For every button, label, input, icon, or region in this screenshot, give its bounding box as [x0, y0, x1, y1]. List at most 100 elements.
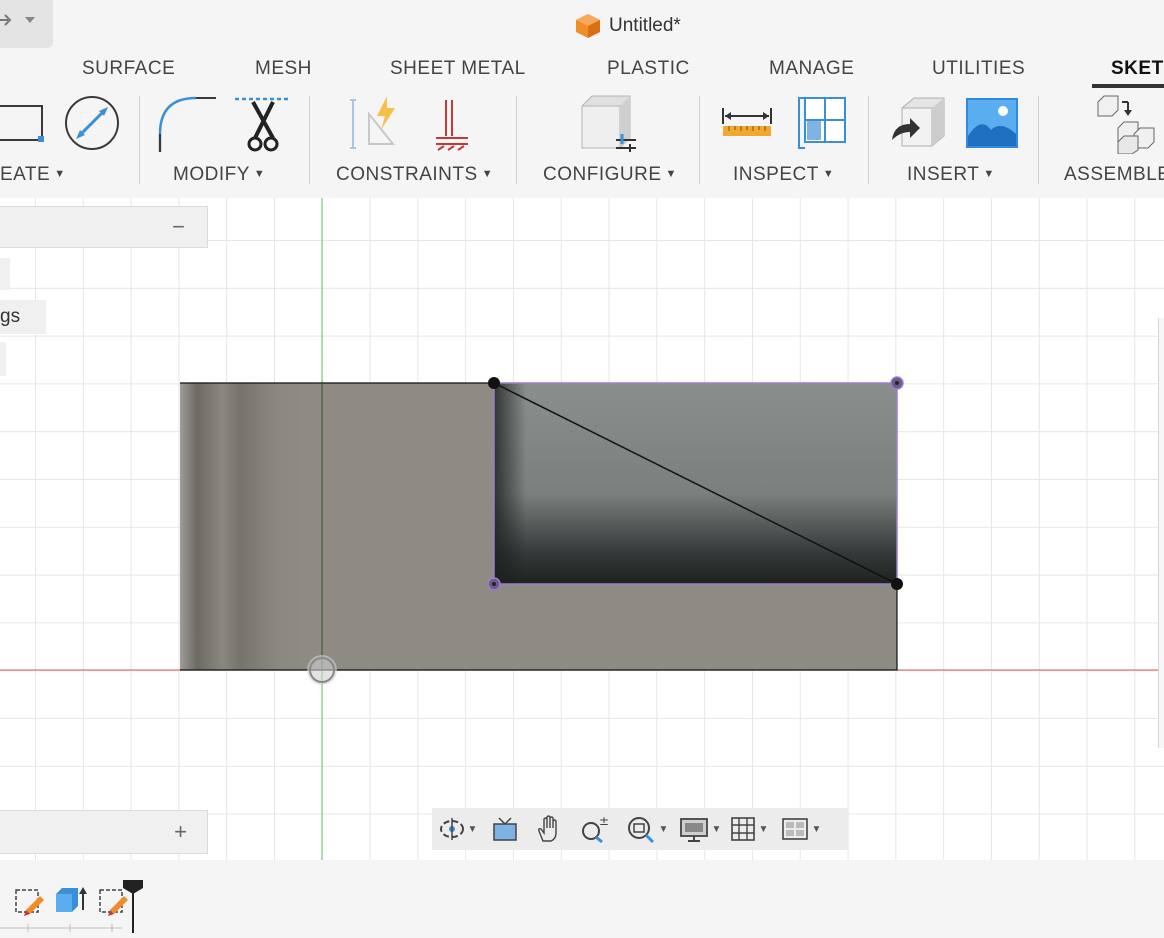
assemble-button[interactable] [1096, 94, 1156, 155]
sketch-point[interactable] [890, 376, 904, 390]
sketch-point[interactable] [487, 577, 501, 591]
pan-hand-icon [538, 815, 557, 842]
browser-row-named-views[interactable]: gs [0, 300, 46, 334]
quick-access-area[interactable] [0, 0, 53, 48]
fusion-cube-icon [576, 14, 600, 38]
perpendicular-constraint-icon [436, 100, 468, 151]
inspect-menu[interactable]: INSPECT ▼ [733, 164, 834, 186]
create-menu[interactable]: EATE ▼ [0, 164, 66, 186]
configure-menu-label: CONFIGURE [543, 164, 662, 185]
collapse-button[interactable]: − [172, 214, 185, 240]
fillet-tool-button[interactable] [156, 94, 220, 154]
trim-scissors-icon [235, 97, 291, 152]
tab-surface[interactable]: SURFACE [82, 58, 175, 80]
look-at-icon [493, 817, 517, 841]
caret-down-icon: ▼ [253, 168, 266, 180]
svg-text:±: ± [599, 815, 609, 828]
interference-grid-icon [798, 97, 846, 149]
zoom-button[interactable]: ± [572, 808, 618, 850]
viewports-button[interactable]: ▼ [774, 808, 828, 850]
sketch-edit-icon[interactable] [99, 889, 128, 916]
comments-panel-header[interactable]: + [0, 810, 208, 854]
toolbar-separator [699, 96, 700, 184]
configure-button[interactable] [578, 94, 640, 154]
insert-derive-icon [892, 97, 945, 147]
assemble-menu-label: ASSEMBLE [1064, 164, 1164, 185]
tab-sheet-metal[interactable]: SHEET METAL [390, 58, 526, 80]
tab-utilities[interactable]: UTILITIES [932, 58, 1025, 80]
sketch-point[interactable] [891, 578, 903, 590]
measure-ruler-icon [722, 108, 772, 136]
inspect-menu-label: INSPECT [733, 164, 819, 185]
insert-derive-button[interactable] [890, 94, 948, 154]
tab-manage[interactable]: MANAGE [769, 58, 854, 80]
chevron-down-icon[interactable] [25, 17, 35, 23]
tab-sketch[interactable]: SKETC [1111, 58, 1164, 80]
fillet-icon [158, 96, 216, 152]
look-at-button[interactable] [484, 808, 526, 850]
sketch-edit-icon[interactable] [15, 889, 44, 916]
auto-constrain-button[interactable] [347, 94, 409, 154]
modify-menu-label: MODIFY [173, 164, 250, 185]
navigation-bar: ▼ ± ▼ ▼ ▼ ▼ [432, 808, 848, 850]
orbit-icon [439, 818, 464, 840]
document-title-text: Untitled* [609, 15, 681, 36]
caret-down-icon[interactable]: ▼ [812, 824, 822, 835]
constraints-menu[interactable]: CONSTRAINTS ▼ [336, 164, 493, 186]
caret-down-icon[interactable]: ▼ [712, 824, 722, 835]
caret-down-icon[interactable]: ▼ [759, 824, 769, 835]
grid-settings-button[interactable]: ▼ [724, 808, 774, 850]
display-settings-button[interactable]: ▼ [676, 808, 724, 850]
insert-menu[interactable]: INSERT ▼ [907, 164, 995, 186]
orbit-button[interactable]: ▼ [432, 808, 484, 850]
browser-row[interactable] [0, 258, 10, 290]
assemble-menu[interactable]: ASSEMBLE [1064, 164, 1164, 186]
caret-down-icon: ▼ [54, 168, 66, 180]
browser-row[interactable] [0, 342, 6, 376]
pan-button[interactable] [526, 808, 572, 850]
configure-menu[interactable]: CONFIGURE ▼ [543, 164, 677, 186]
toolbar-separator [868, 96, 869, 184]
design-canvas[interactable]: − gs + [0, 198, 1164, 860]
toolbar-separator [1038, 96, 1039, 184]
create-menu-label: EATE [0, 164, 51, 185]
insert-image-icon [966, 98, 1018, 148]
expand-button[interactable]: + [174, 819, 187, 845]
redo-arrow-icon[interactable] [0, 14, 12, 26]
circle-tool-button[interactable] [62, 94, 122, 154]
tab-mesh[interactable]: MESH [255, 58, 312, 80]
sketch-point[interactable] [488, 377, 500, 389]
extrude-body-icon[interactable] [56, 887, 87, 912]
viewports-icon [781, 818, 808, 840]
insert-image-button[interactable] [965, 94, 1019, 154]
toolbar-separator [516, 96, 517, 184]
caret-down-icon: ▼ [665, 168, 677, 180]
fit-zoom-button[interactable]: ▼ [618, 808, 676, 850]
circle-diameter-icon [65, 96, 119, 150]
configure-cube-icon [581, 95, 636, 152]
tab-plastic[interactable]: PLASTIC [607, 58, 690, 80]
right-panel-edge [1158, 318, 1164, 748]
zoom-window-icon: ± [582, 815, 609, 843]
fit-zoom-icon [627, 817, 654, 843]
timeline-marker[interactable] [123, 880, 143, 933]
grid-settings-icon [730, 817, 755, 841]
trim-tool-button[interactable] [233, 94, 293, 154]
browser-panel-header[interactable]: − [0, 206, 208, 248]
insert-menu-label: INSERT [907, 164, 980, 185]
caret-down-icon[interactable]: ▼ [468, 824, 478, 835]
origin-point-icon[interactable] [307, 655, 337, 685]
rectangle-icon [0, 105, 44, 142]
selected-sketch-profile[interactable] [493, 382, 898, 585]
auto-constrain-icon [350, 96, 396, 149]
measure-button[interactable] [721, 94, 775, 154]
rectangle-tool-button[interactable] [0, 94, 50, 154]
constraints-menu-label: CONSTRAINTS [336, 164, 478, 185]
perpendicular-constraint-button[interactable] [430, 94, 474, 154]
timeline-bar [0, 860, 1164, 933]
browser-row-label: gs [0, 306, 21, 327]
caret-down-icon[interactable]: ▼ [659, 824, 669, 835]
modify-menu[interactable]: MODIFY ▼ [173, 164, 265, 186]
interference-button[interactable] [797, 94, 849, 154]
toolbar-separator [309, 96, 310, 184]
